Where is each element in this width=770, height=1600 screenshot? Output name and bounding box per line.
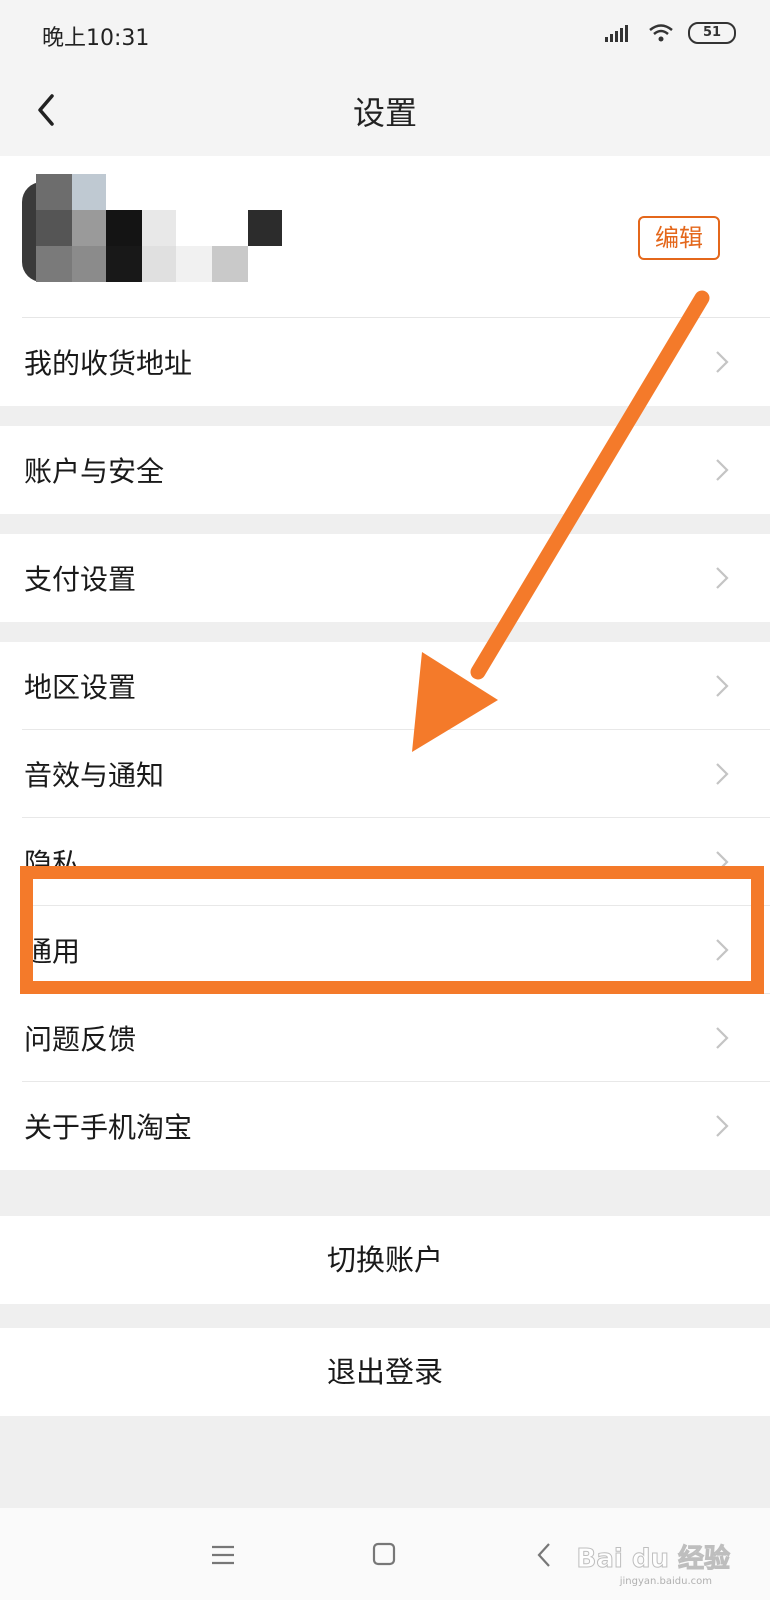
status-time: 晚上10:31	[42, 26, 150, 51]
avatar[interactable]	[22, 174, 292, 282]
chevron-right-icon	[716, 1027, 729, 1049]
watermark: Bai du 经验	[576, 1544, 730, 1575]
settings-item-shipping-address[interactable]: 我的收货地址	[0, 318, 770, 406]
home-icon[interactable]	[372, 1542, 396, 1566]
chevron-right-icon	[716, 567, 729, 589]
settings-item-sound-notifications[interactable]: 音效与通知	[0, 730, 770, 818]
chevron-right-icon	[716, 351, 729, 373]
settings-item-label: 问题反馈	[24, 1023, 137, 1056]
highlight-box	[20, 866, 764, 994]
chevron-right-icon	[716, 763, 729, 785]
chevron-right-icon	[716, 675, 729, 697]
settings-item-label: 账户与安全	[24, 455, 165, 488]
settings-item-label: 支付设置	[24, 563, 137, 596]
settings-item-region[interactable]: 地区设置	[0, 642, 770, 730]
battery-indicator: 51	[688, 22, 736, 44]
page-title: 设置	[352, 94, 417, 132]
settings-item-label: 地区设置	[24, 671, 137, 704]
profile-card[interactable]: 编辑	[0, 156, 770, 318]
watermark-url: jingyan.baidu.com	[619, 1576, 712, 1587]
back-nav-icon[interactable]	[536, 1542, 552, 1568]
menu-icon[interactable]	[210, 1544, 236, 1566]
settings-item-label: 关于手机淘宝	[24, 1111, 193, 1144]
logout-button[interactable]: 退出登录	[0, 1328, 770, 1416]
settings-group-payment: 支付设置	[0, 534, 770, 622]
settings-item-label: 我的收货地址	[24, 347, 193, 380]
nav-bar: 设置	[0, 70, 770, 156]
chevron-right-icon	[716, 459, 729, 481]
settings-item-label: 音效与通知	[24, 759, 165, 792]
edit-profile-button[interactable]: 编辑	[638, 216, 720, 260]
settings-group-address: 我的收货地址	[0, 318, 770, 406]
chevron-right-icon	[716, 1115, 729, 1137]
avatar-image	[22, 174, 282, 282]
settings-item-account-security[interactable]: 账户与安全	[0, 426, 770, 514]
settings-item-payment[interactable]: 支付设置	[0, 534, 770, 622]
switch-account-button[interactable]: 切换账户	[0, 1216, 770, 1304]
system-nav-bar: Bai du 经验 jingyan.baidu.com	[0, 1508, 770, 1600]
wifi-icon	[649, 24, 673, 42]
status-bar: 晚上10:31 51	[0, 0, 770, 70]
settings-item-feedback[interactable]: 问题反馈	[0, 994, 770, 1082]
settings-item-about[interactable]: 关于手机淘宝	[0, 1082, 770, 1170]
status-icons: 51	[604, 22, 736, 44]
signal-icon	[605, 25, 628, 42]
settings-group-account: 账户与安全	[0, 426, 770, 514]
